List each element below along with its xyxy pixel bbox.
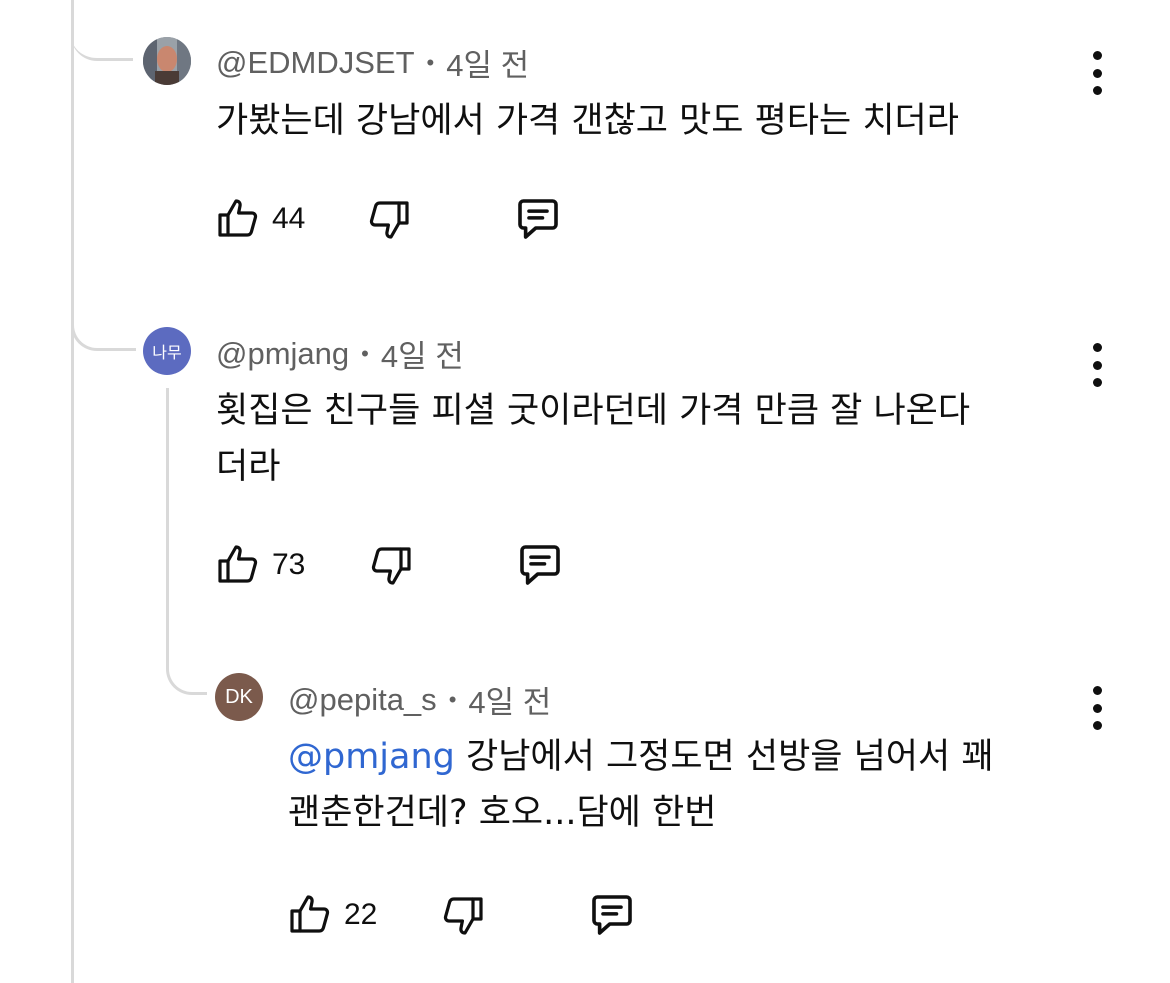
more-options-button[interactable]	[1087, 343, 1107, 387]
avatar-pmjang[interactable]: 나무	[143, 327, 191, 375]
like-icon	[218, 545, 258, 583]
comment-actions: 44	[214, 192, 565, 246]
mention-link[interactable]: @pmjang	[288, 737, 455, 777]
timestamp[interactable]: 4일 전	[381, 331, 464, 376]
dislike-icon	[370, 201, 409, 239]
reply-button[interactable]	[513, 538, 567, 592]
reply-icon	[520, 545, 561, 585]
comment-actions: 73	[214, 538, 567, 592]
avatar-edmdjset[interactable]	[143, 37, 191, 85]
thread-line-main	[71, 0, 74, 983]
more-options-button[interactable]	[1087, 51, 1107, 95]
like-button[interactable]: 22	[286, 891, 377, 939]
comment-text: 가봤는데 강남에서 가격 갠찮고 맛도 평타는 치더라	[216, 93, 959, 149]
separator-dot: •	[448, 686, 457, 712]
like-count: 44	[272, 202, 306, 235]
comment-meta: @EDMDJSET • 4일 전	[216, 40, 529, 85]
comment-text: 횟집은 친구들 피셜 굿이라던데 가격 만큼 잘 나온다 더라	[216, 383, 970, 495]
like-count: 73	[272, 548, 306, 581]
thread-connector-2	[71, 290, 136, 351]
more-vertical-icon	[1092, 51, 1102, 60]
like-icon	[218, 199, 258, 237]
timestamp[interactable]: 4일 전	[468, 677, 551, 722]
author-handle[interactable]: @pmjang	[216, 336, 349, 372]
author-handle[interactable]: @pepita_s	[288, 682, 437, 718]
comment-text-span: 강남에서 그정도면 선방을 넘어서 꽤	[454, 737, 994, 777]
dislike-icon	[372, 547, 411, 585]
dot	[1092, 360, 1102, 370]
separator-dot: •	[361, 340, 369, 366]
like-count: 22	[344, 898, 378, 931]
like-button[interactable]: 44	[214, 195, 305, 243]
comment-text-line: 횟집은 친구들 피셜 굿이라던데 가격 만큼 잘 나온다	[216, 391, 971, 431]
avatar-initials: DK	[225, 685, 253, 708]
dot	[1092, 721, 1102, 730]
thread-connector-1	[71, 0, 133, 61]
reply-icon	[518, 199, 559, 239]
photo-avatar-icon	[143, 37, 191, 85]
reply-button[interactable]	[511, 192, 565, 246]
dot	[1092, 378, 1102, 387]
comment-text-line: 가봤는데 강남에서 가격 갠찮고 맛도 평타는 치더라	[216, 101, 959, 141]
dislike-button[interactable]	[439, 891, 487, 939]
dot	[1092, 86, 1102, 95]
reply-button[interactable]	[585, 888, 639, 942]
dislike-icon	[444, 897, 483, 935]
more-options-button[interactable]	[1087, 686, 1107, 730]
more-vertical-icon	[1092, 343, 1102, 352]
comment-text-line: 괜춘한건데? 호오...담에 한번	[288, 793, 717, 833]
separator-dot: •	[426, 49, 435, 75]
dot	[1092, 703, 1102, 713]
thread-connector-3	[166, 640, 207, 695]
timestamp[interactable]: 4일 전	[446, 40, 529, 85]
dislike-button[interactable]	[365, 195, 413, 243]
more-vertical-icon	[1092, 686, 1102, 695]
comment-text: @pmjang 강남에서 그정도면 선방을 넘어서 꽤 괜춘한건데? 호오...…	[288, 729, 994, 841]
comment-text-line: 더라	[216, 447, 281, 487]
comment-meta: @pepita_s • 4일 전	[288, 677, 551, 722]
author-handle[interactable]: @EDMDJSET	[216, 45, 415, 81]
dot	[1092, 68, 1102, 78]
avatar-pepita-s[interactable]: DK	[215, 673, 263, 721]
reply-icon	[592, 895, 633, 935]
like-button[interactable]: 73	[214, 541, 305, 589]
thread-line-reply	[166, 388, 169, 668]
like-icon	[290, 895, 330, 933]
avatar-initials: 나무	[152, 343, 182, 362]
comment-text-line: @pmjang 강남에서 그정도면 선방을 넘어서 꽤	[288, 729, 994, 785]
comment-actions: 22	[286, 888, 639, 942]
dislike-button[interactable]	[367, 541, 415, 589]
comment-meta: @pmjang • 4일 전	[216, 331, 464, 376]
